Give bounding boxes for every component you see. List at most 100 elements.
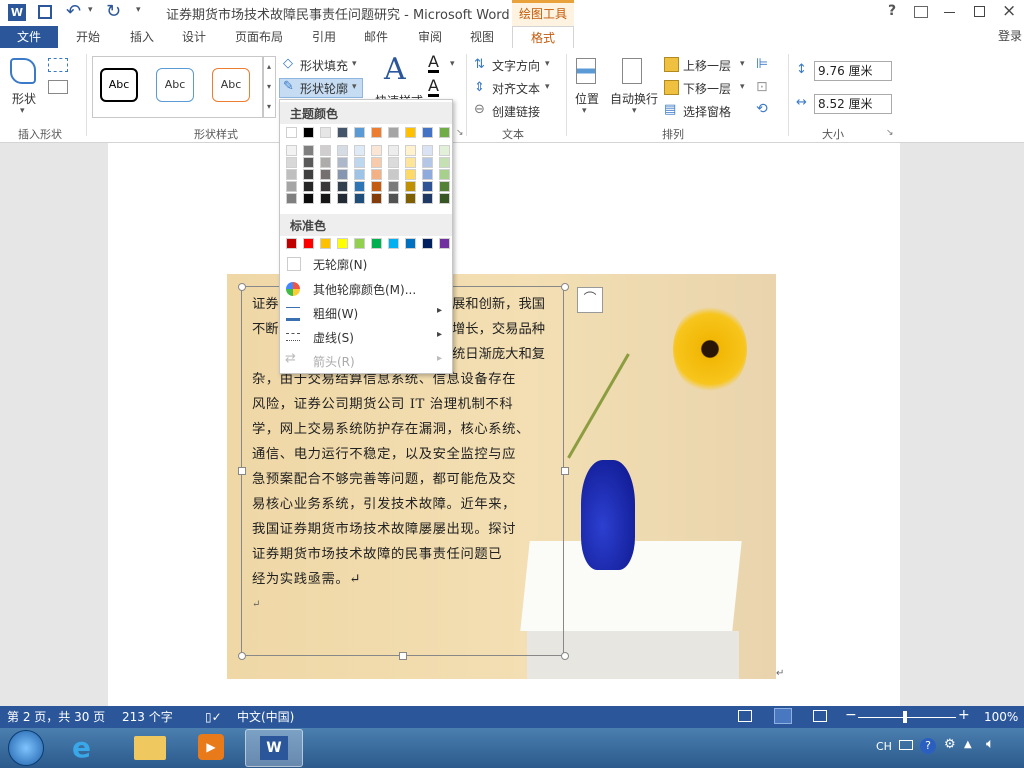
gallery-scroll-icon[interactable]: ▴ ▾ ▾ (262, 56, 276, 118)
wrap-text-icon[interactable] (622, 58, 642, 84)
theme-color-swatch[interactable] (337, 127, 348, 138)
theme-shade-swatch[interactable] (303, 145, 314, 156)
text-box-icon[interactable] (48, 80, 68, 94)
tab-view[interactable]: 视图 (460, 26, 504, 48)
theme-shade-swatch[interactable] (422, 169, 433, 180)
volume-icon[interactable]: 🔈︎ (986, 736, 994, 752)
help-tray-icon[interactable]: ? (920, 738, 936, 754)
tab-review[interactable]: 审阅 (408, 26, 452, 48)
theme-shade-swatch[interactable] (388, 169, 399, 180)
standard-color-swatch[interactable] (422, 238, 433, 249)
height-input[interactable]: 9.76 厘米 (814, 61, 892, 81)
resize-handle[interactable] (399, 652, 407, 660)
tray-settings-icon[interactable]: ⚙ (944, 737, 956, 752)
page-count[interactable]: 第 2 页，共 30 页 (7, 706, 105, 728)
theme-color-swatch[interactable] (286, 127, 297, 138)
tab-mailings[interactable]: 邮件 (354, 26, 398, 48)
theme-shade-swatch[interactable] (320, 169, 331, 180)
theme-shade-swatch[interactable] (354, 193, 365, 204)
theme-shade-swatch[interactable] (422, 145, 433, 156)
shape-dropdown-icon[interactable]: ▾ (20, 106, 25, 116)
text-fill-icon[interactable]: A (428, 54, 439, 73)
start-button-icon[interactable] (8, 730, 44, 766)
shape-outline-button[interactable]: 形状轮廓 (300, 80, 348, 97)
standard-color-swatch[interactable] (354, 238, 365, 249)
theme-shade-swatch[interactable] (388, 193, 399, 204)
style-preset-black[interactable]: Abc (100, 68, 138, 102)
arrows-item[interactable]: 箭头(R) (313, 353, 355, 370)
no-outline-item[interactable]: 无轮廓(N) (313, 256, 367, 273)
text-outline-icon[interactable]: A (428, 78, 439, 97)
selection-pane-button[interactable]: 选择窗格 (683, 103, 731, 120)
standard-color-swatch[interactable] (320, 238, 331, 249)
theme-shade-swatch[interactable] (354, 169, 365, 180)
word-count[interactable]: 213 个字 (122, 706, 173, 728)
print-layout-icon[interactable] (774, 708, 792, 724)
theme-shade-swatch[interactable] (303, 157, 314, 168)
theme-color-swatch[interactable] (371, 127, 382, 138)
show-hidden-icons-icon[interactable]: ▲ (964, 739, 972, 750)
undo-icon[interactable]: ↶ (66, 1, 81, 22)
proofing-icon[interactable]: ▯✓ (205, 710, 222, 724)
theme-shade-swatch[interactable] (303, 193, 314, 204)
standard-color-swatch[interactable] (371, 238, 382, 249)
theme-shade-swatch[interactable] (439, 193, 450, 204)
resize-handle[interactable] (238, 283, 246, 291)
style-preset-blue[interactable]: Abc (156, 68, 194, 102)
ribbon-display-options-icon[interactable] (914, 6, 928, 18)
theme-shade-swatch[interactable] (286, 181, 297, 192)
theme-shade-swatch[interactable] (371, 145, 382, 156)
shape-outline-dropdown-icon[interactable]: ▾ (352, 82, 357, 92)
theme-shade-swatch[interactable] (337, 181, 348, 192)
zoom-slider-track[interactable] (858, 717, 956, 718)
theme-shade-swatch[interactable] (422, 181, 433, 192)
bring-forward-dropdown-icon[interactable]: ▾ (740, 59, 745, 69)
theme-shade-swatch[interactable] (371, 169, 382, 180)
tab-home[interactable]: 开始 (66, 26, 110, 48)
align-icon[interactable]: ⊫ (756, 56, 768, 72)
web-layout-icon[interactable] (813, 710, 827, 722)
theme-shade-swatch[interactable] (405, 169, 416, 180)
size-launcher-icon[interactable]: ↘ (886, 128, 894, 138)
tab-design[interactable]: 设计 (172, 26, 216, 48)
shape-fill-icon[interactable]: ◇ (283, 56, 293, 71)
theme-shade-swatch[interactable] (320, 157, 331, 168)
media-player-icon[interactable]: ▶ (198, 734, 224, 760)
save-icon[interactable] (38, 5, 52, 19)
style-preset-orange[interactable]: Abc (212, 68, 250, 102)
shape-icon[interactable] (10, 58, 36, 84)
resize-handle[interactable] (561, 467, 569, 475)
tab-insert[interactable]: 插入 (120, 26, 164, 48)
theme-color-swatch[interactable] (320, 127, 331, 138)
standard-color-swatch[interactable] (405, 238, 416, 249)
language-indicator[interactable]: 中文(中国) (237, 706, 294, 728)
theme-shade-swatch[interactable] (320, 145, 331, 156)
theme-shade-swatch[interactable] (303, 169, 314, 180)
standard-color-swatch[interactable] (337, 238, 348, 249)
theme-shade-swatch[interactable] (439, 157, 450, 168)
theme-shade-swatch[interactable] (286, 193, 297, 204)
theme-color-swatch[interactable] (388, 127, 399, 138)
resize-handle[interactable] (238, 467, 246, 475)
bring-forward-button[interactable]: 上移一层 (683, 57, 731, 74)
shape-fill-dropdown-icon[interactable]: ▾ (352, 59, 357, 69)
position-button[interactable]: 位置 (575, 90, 599, 107)
weight-item[interactable]: 粗细(W) (313, 305, 358, 322)
shape-button-label[interactable]: 形状 (12, 90, 36, 107)
shape-styles-launcher-icon[interactable]: ↘ (456, 128, 464, 138)
text-direction-dropdown-icon[interactable]: ▾ (545, 59, 550, 69)
zoom-in-icon[interactable]: + (958, 707, 970, 723)
theme-shade-swatch[interactable] (388, 181, 399, 192)
minimize-icon[interactable] (944, 12, 955, 13)
theme-shade-swatch[interactable] (388, 157, 399, 168)
tab-references[interactable]: 引用 (302, 26, 346, 48)
tab-format[interactable]: 格式 (512, 26, 574, 50)
layout-options-icon[interactable]: ⌒ (577, 287, 603, 313)
theme-shade-swatch[interactable] (337, 193, 348, 204)
resize-handle[interactable] (238, 652, 246, 660)
theme-shade-swatch[interactable] (405, 193, 416, 204)
theme-shade-swatch[interactable] (354, 157, 365, 168)
resize-handle[interactable] (561, 283, 569, 291)
theme-color-swatch[interactable] (439, 127, 450, 138)
help-icon[interactable]: ? (888, 3, 896, 19)
